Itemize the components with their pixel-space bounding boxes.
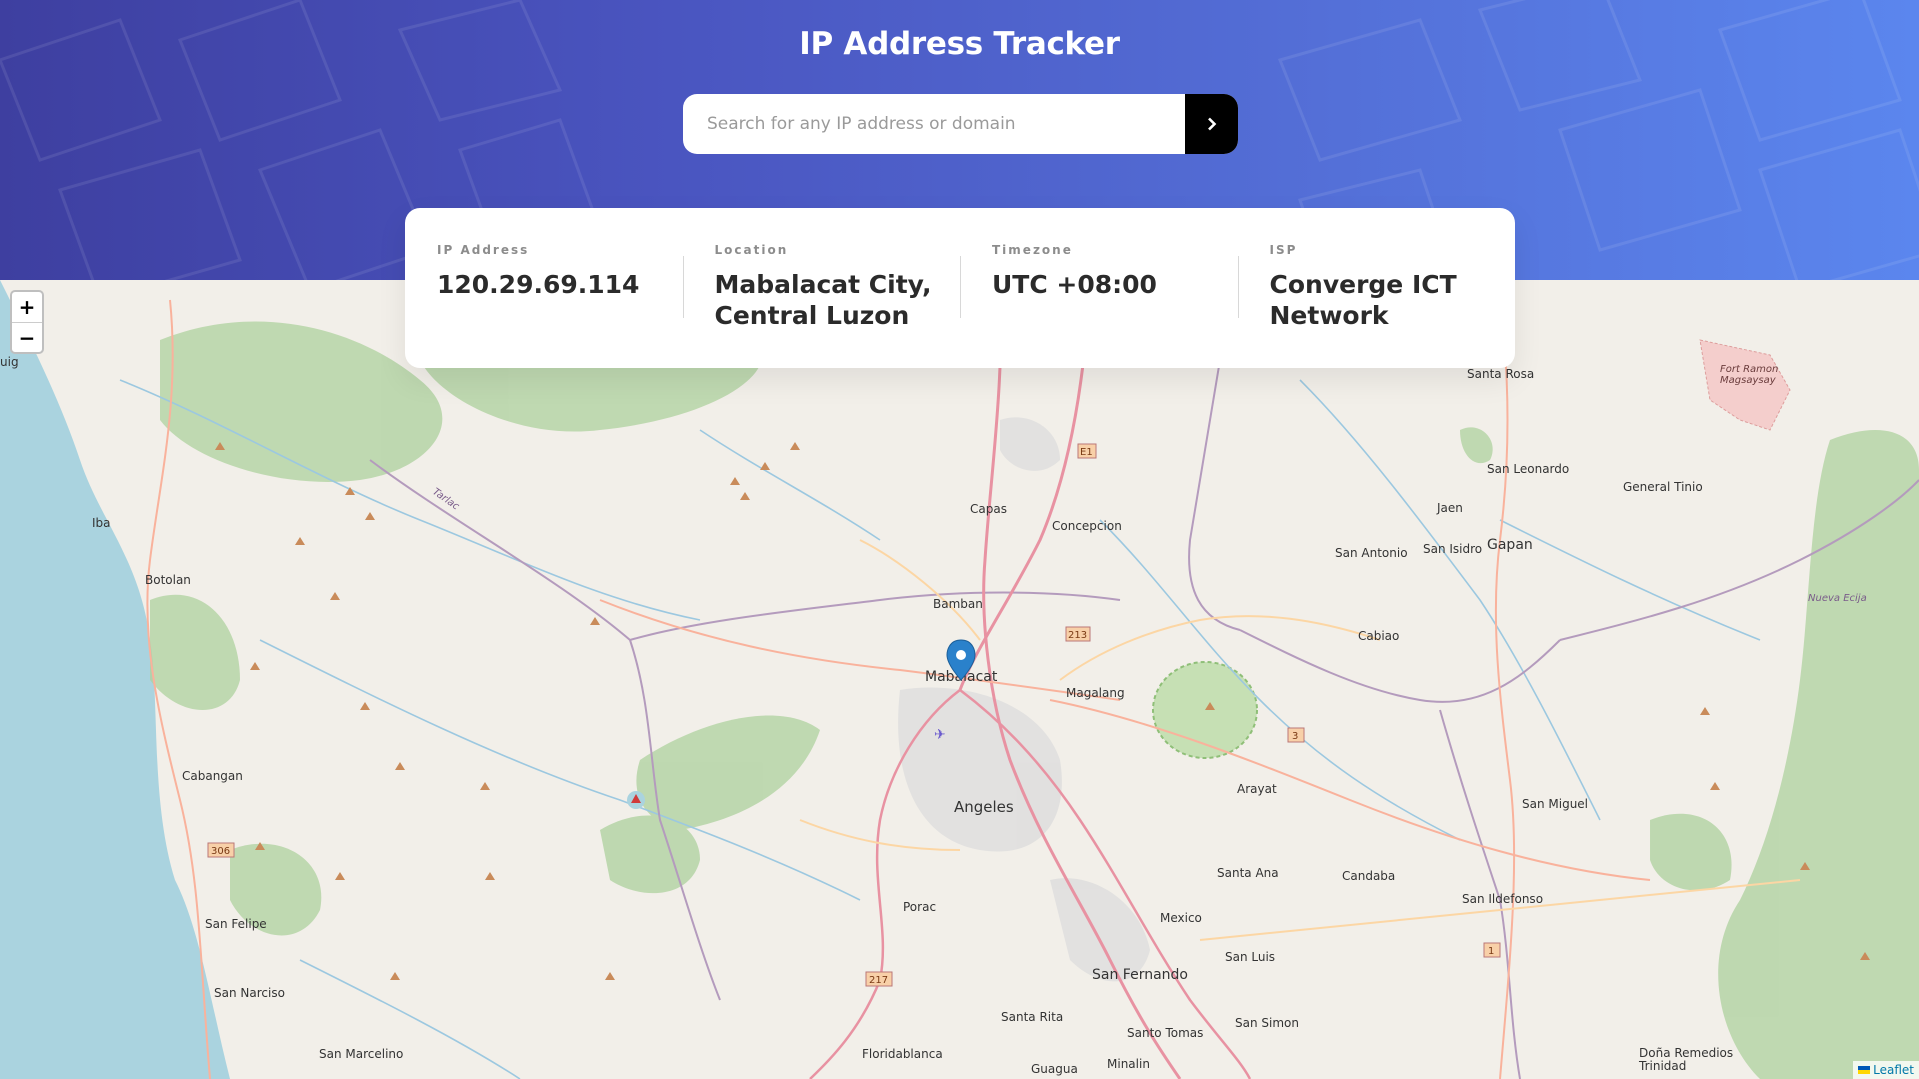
label-guagua: Guagua [1031, 1062, 1078, 1076]
search-input[interactable] [683, 94, 1185, 154]
label-tarlac: Tarlac [430, 486, 461, 512]
shield-306: 306 [211, 846, 230, 857]
label-botolan: Botolan [145, 573, 191, 587]
airport-icon: ✈ [934, 727, 946, 743]
info-value: UTC +08:00 [992, 270, 1157, 299]
shield-e1: E1 [1080, 447, 1093, 458]
leaflet-link[interactable]: Leaflet [1873, 1063, 1914, 1077]
info-label: ISP [1269, 243, 1298, 257]
label-nueva-ecija: Nueva Ecija [1808, 593, 1867, 604]
label-san-isidro: San Isidro [1423, 542, 1482, 556]
map-container[interactable]: Mabalacat Angeles San Fernando Capas Con… [0, 280, 1919, 1079]
ukraine-flag-icon [1858, 1066, 1871, 1074]
label-santa-rita: Santa Rita [1001, 1010, 1063, 1024]
info-location: Location Mabalacat City, Central Luzon [682, 208, 961, 368]
label-capas: Capas [970, 502, 1007, 516]
label-uig: uig [0, 355, 19, 369]
label-san-marcelino: San Marcelino [319, 1047, 403, 1061]
label-candaba: Candaba [1342, 869, 1395, 883]
shield-3: 3 [1292, 731, 1298, 742]
label-angeles: Angeles [954, 798, 1014, 816]
label-concepcion: Concepcion [1052, 519, 1122, 533]
info-value: 120.29.69.114 [437, 270, 640, 299]
zoom-control: + − [10, 290, 44, 354]
label-san-felipe: San Felipe [205, 917, 267, 931]
label-santa-ana: Santa Ana [1217, 866, 1279, 880]
info-label: IP Address [437, 243, 530, 257]
label-san-fernando: San Fernando [1092, 967, 1188, 983]
label-san-miguel: San Miguel [1522, 797, 1588, 811]
label-fort-ramon: Fort Ramon Magsaysay [1720, 364, 1778, 386]
map-attribution[interactable]: Leaflet [1853, 1061, 1919, 1079]
ip-info-card: IP Address 120.29.69.114 Location Mabala… [405, 208, 1515, 368]
info-value: Mabalacat City, Central Luzon [714, 270, 932, 330]
shield-213: 213 [1068, 630, 1087, 641]
road-shields: E1 213 3 306 217 1 [207, 443, 1501, 987]
info-label: Location [714, 243, 789, 257]
label-san-narciso: San Narciso [214, 986, 285, 1000]
label-jaen: Jaen [1436, 501, 1463, 515]
label-cabiao: Cabiao [1358, 629, 1399, 643]
chevron-right-icon [1207, 117, 1216, 131]
info-label: Timezone [992, 243, 1073, 257]
label-san-antonio: San Antonio [1335, 546, 1408, 560]
zoom-out-button[interactable]: − [12, 322, 42, 352]
label-mexico: Mexico [1160, 911, 1202, 925]
zoom-in-button[interactable]: + [12, 292, 42, 322]
label-minalin: Minalin [1107, 1057, 1150, 1071]
search-submit-button[interactable] [1185, 94, 1238, 154]
label-floridablanca: Floridablanca [862, 1047, 943, 1061]
label-cabangan: Cabangan [182, 769, 243, 783]
label-san-simon: San Simon [1235, 1016, 1299, 1030]
info-timezone: Timezone UTC +08:00 [960, 208, 1238, 368]
shield-1: 1 [1488, 946, 1494, 957]
label-san-luis: San Luis [1225, 950, 1275, 964]
label-arayat: Arayat [1237, 782, 1277, 796]
label-general-tinio: General Tinio [1623, 480, 1703, 494]
search-bar [683, 94, 1238, 154]
page-title: IP Address Tracker [799, 26, 1120, 62]
shield-217: 217 [869, 975, 888, 986]
label-san-ildefonso: San Ildefonso [1462, 892, 1543, 906]
label-santa-rosa: Santa Rosa [1467, 367, 1534, 381]
label-dona-remedios: Doña Remedios Trinidad [1638, 1046, 1733, 1073]
label-gapan: Gapan [1487, 537, 1533, 553]
label-magalang: Magalang [1066, 686, 1125, 700]
label-bamban: Bamban [933, 597, 983, 611]
info-ip-address: IP Address 120.29.69.114 [437, 208, 683, 368]
label-san-leonardo: San Leonardo [1487, 462, 1569, 476]
label-santo-tomas: Santo Tomas [1127, 1026, 1203, 1040]
info-value: Converge ICT Network [1269, 270, 1457, 330]
info-isp: ISP Converge ICT Network [1237, 208, 1516, 368]
forest-areas [150, 305, 1919, 1079]
label-porac: Porac [903, 900, 936, 914]
label-iba: Iba [92, 516, 111, 530]
map-tiles[interactable]: Mabalacat Angeles San Fernando Capas Con… [0, 280, 1919, 1079]
